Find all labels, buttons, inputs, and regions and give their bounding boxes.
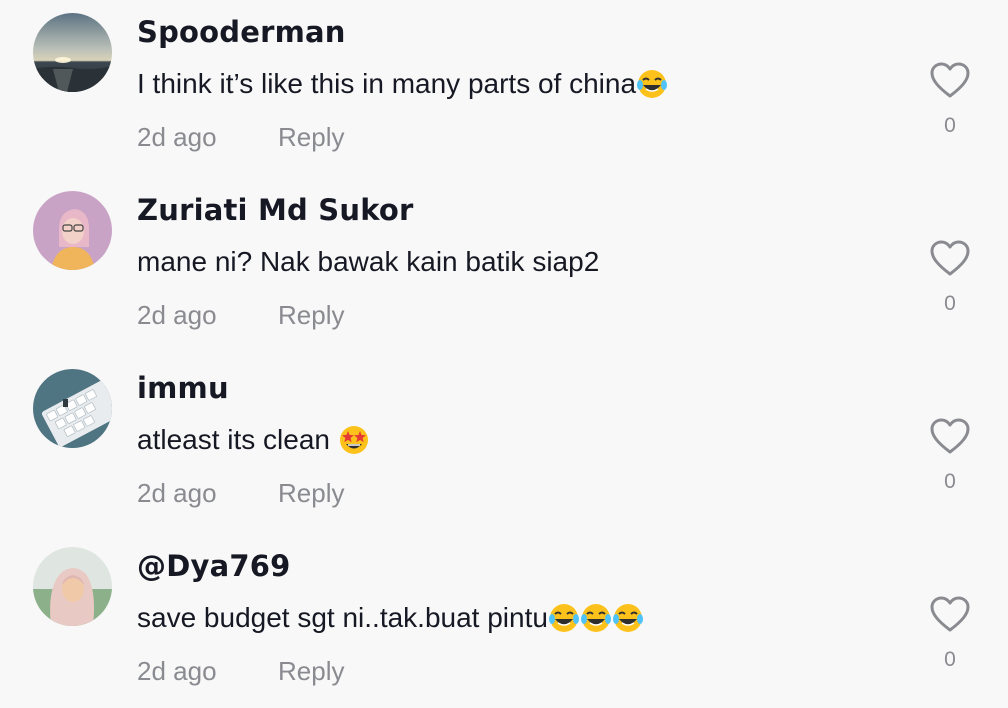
comment-item: immu atleast its clean 2d ago Reply 0: [0, 356, 1008, 534]
comment-timestamp: 2d ago: [137, 478, 217, 508]
comment-meta: 2d ago Reply: [137, 122, 344, 153]
comment-text-row: atleast its clean: [137, 420, 370, 460]
like-count: 0: [944, 292, 956, 315]
comment-meta: 2d ago Reply: [137, 478, 344, 509]
comment-list: Spooderman I think it’s like this in man…: [0, 0, 1008, 708]
avatar[interactable]: [33, 547, 112, 626]
comment-meta: 2d ago Reply: [137, 300, 344, 331]
reply-button[interactable]: Reply: [278, 300, 344, 331]
comment-username[interactable]: Zuriati Md Sukor: [137, 193, 414, 227]
comment-text-row: save budget sgt ni..tak.buat pintu: [137, 598, 644, 638]
comment-text: mane ni? Nak bawak kain batik siap2: [137, 246, 600, 277]
avatar[interactable]: [33, 369, 112, 448]
comment-item: Zuriati Md Sukor mane ni? Nak bawak kain…: [0, 178, 1008, 356]
comment-item: Spooderman I think it’s like this in man…: [0, 0, 1008, 178]
avatar[interactable]: [33, 13, 112, 92]
heart-icon[interactable]: [928, 238, 972, 278]
avatar-image-portrait: [33, 547, 112, 626]
face-with-tears-of-joy-icon: [636, 68, 668, 100]
like-count: 0: [944, 648, 956, 671]
reply-button[interactable]: Reply: [278, 122, 344, 153]
reply-button[interactable]: Reply: [278, 478, 344, 509]
comment-timestamp: 2d ago: [137, 656, 217, 686]
like-count: 0: [944, 114, 956, 137]
reply-button[interactable]: Reply: [278, 656, 344, 687]
comment-text: I think it’s like this in many parts of …: [137, 68, 637, 99]
face-with-tears-of-joy-icon: [580, 602, 612, 634]
comment-text-row: mane ni? Nak bawak kain batik siap2: [137, 242, 599, 282]
face-with-tears-of-joy-icon: [612, 602, 644, 634]
comment-timestamp: 2d ago: [137, 122, 217, 152]
comment-username[interactable]: Spooderman: [137, 15, 346, 49]
avatar[interactable]: [33, 191, 112, 270]
comment-username[interactable]: @Dya769: [137, 549, 290, 583]
heart-icon[interactable]: [928, 594, 972, 634]
comment-meta: 2d ago Reply: [137, 656, 344, 687]
star-struck-icon: [338, 424, 370, 456]
avatar-image-keyboard: [33, 369, 112, 448]
comment-text: save budget sgt ni..tak.buat pintu: [137, 602, 548, 633]
heart-icon[interactable]: [928, 60, 972, 100]
heart-icon[interactable]: [928, 416, 972, 456]
comment-text-row: I think it’s like this in many parts of …: [137, 64, 668, 104]
comment-timestamp: 2d ago: [137, 300, 217, 330]
comment-username[interactable]: immu: [137, 371, 229, 405]
comment-item: @Dya769 save budget sgt ni..tak.buat pin…: [0, 534, 1008, 708]
like-count: 0: [944, 470, 956, 493]
avatar-image-illustration: [33, 191, 112, 270]
face-with-tears-of-joy-icon: [548, 602, 580, 634]
avatar-image-sunset-sea: [33, 13, 112, 92]
comment-text: atleast its clean: [137, 424, 330, 455]
